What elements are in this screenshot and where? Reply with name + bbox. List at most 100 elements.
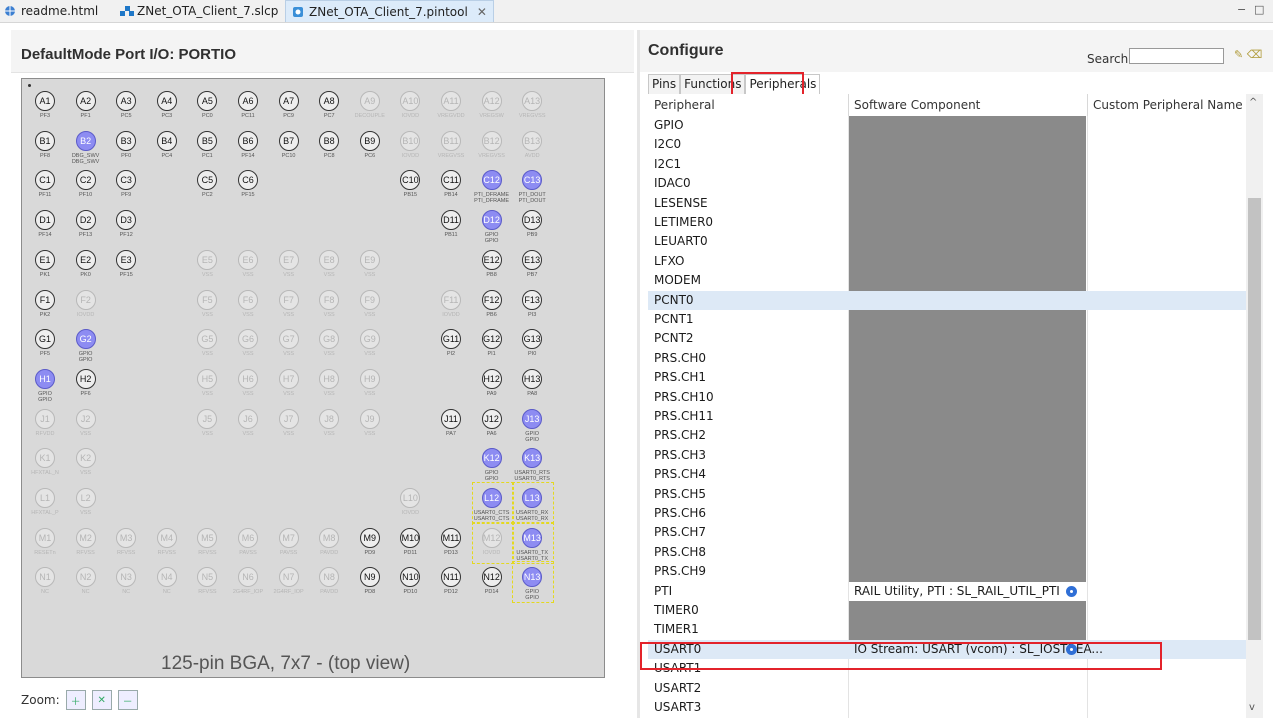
- table-row[interactable]: PRS.CH8: [648, 542, 1246, 563]
- pin-c13[interactable]: C13: [522, 170, 543, 191]
- pin-f13[interactable]: F13: [522, 289, 543, 310]
- pin-b13[interactable]: B13: [522, 130, 543, 151]
- software-component-value[interactable]: RAIL Utility, PTI : SL_RAIL_UTIL_PTI: [854, 584, 1060, 598]
- pin-h7[interactable]: H7: [278, 368, 299, 389]
- pin-b9[interactable]: B9: [359, 130, 380, 151]
- pin-b2[interactable]: B2: [75, 130, 96, 151]
- table-row[interactable]: PCNT1: [648, 310, 1246, 330]
- pin-b8[interactable]: B8: [319, 130, 340, 151]
- column-peripheral[interactable]: Peripheral: [654, 98, 715, 112]
- scroll-up-icon[interactable]: ^: [1249, 97, 1257, 108]
- pin-n8[interactable]: N8: [319, 567, 340, 588]
- table-row[interactable]: TIMER1: [648, 620, 1246, 640]
- pin-k1[interactable]: K1: [35, 448, 55, 469]
- pin-e12[interactable]: E12: [481, 249, 502, 270]
- table-row[interactable]: USART3: [648, 698, 1246, 717]
- pin-g8[interactable]: G8: [319, 329, 340, 350]
- table-row[interactable]: PRS.CH5: [648, 484, 1246, 504]
- pin-m3[interactable]: M3: [116, 527, 137, 548]
- pin-n12[interactable]: N12: [481, 567, 502, 588]
- table-row[interactable]: GPIO: [648, 116, 1246, 136]
- pin-m4[interactable]: M4: [156, 527, 177, 548]
- pin-b7[interactable]: B7: [278, 130, 299, 151]
- pin-a2[interactable]: A2: [75, 91, 96, 111]
- table-row[interactable]: IDAC0: [648, 174, 1246, 194]
- column-software-component[interactable]: Software Component: [854, 98, 980, 112]
- pin-a3[interactable]: A3: [116, 91, 137, 111]
- table-row[interactable]: PRS.CH6: [648, 504, 1246, 524]
- pin-j13[interactable]: J13: [522, 408, 543, 429]
- pin-f2[interactable]: F2: [75, 289, 96, 310]
- pin-f7[interactable]: F7: [278, 289, 299, 310]
- pin-b4[interactable]: B4: [156, 130, 177, 151]
- pin-h2[interactable]: H2: [75, 368, 96, 389]
- pin-h13[interactable]: H13: [522, 368, 543, 389]
- pin-g12[interactable]: G12: [481, 329, 502, 350]
- table-row[interactable]: PTI RAIL Utility, PTI : SL_RAIL_UTIL_PTI: [648, 582, 1246, 601]
- tab-pintool[interactable]: ZNet_OTA_Client_7.pintool ✕: [285, 0, 494, 22]
- pin-e6[interactable]: E6: [238, 249, 258, 270]
- pin-n4[interactable]: N4: [156, 567, 177, 588]
- table-row[interactable]: PRS.CH4: [648, 465, 1246, 485]
- pin-d3[interactable]: D3: [116, 210, 137, 231]
- pin-a13[interactable]: A13: [522, 91, 543, 111]
- pin-g13[interactable]: G13: [522, 329, 543, 350]
- pin-b6[interactable]: B6: [238, 130, 258, 151]
- pin-j6[interactable]: J6: [238, 408, 258, 429]
- table-row[interactable]: PRS.CH1: [648, 368, 1246, 388]
- table-row[interactable]: PRS.CH10: [648, 387, 1246, 407]
- pin-m11[interactable]: M11: [441, 527, 461, 548]
- pin-a9[interactable]: A9: [359, 91, 380, 111]
- scroll-down-icon[interactable]: v: [1249, 702, 1255, 713]
- pin-d13[interactable]: D13: [522, 210, 543, 231]
- minimize-icon[interactable]: −: [1237, 3, 1246, 16]
- pin-c2[interactable]: C2: [75, 170, 96, 191]
- pin-a11[interactable]: A11: [441, 91, 461, 111]
- pin-d2[interactable]: D2: [75, 210, 96, 231]
- table-row[interactable]: TIMER0: [648, 601, 1246, 621]
- table-row[interactable]: I2C0: [648, 135, 1246, 155]
- pin-m8[interactable]: M8: [319, 527, 340, 548]
- column-custom-name[interactable]: Custom Peripheral Name: [1093, 98, 1243, 112]
- pin-m10[interactable]: M10: [400, 527, 421, 548]
- tab-readme[interactable]: readme.html: [4, 0, 98, 21]
- zoom-out-icon[interactable]: －: [117, 690, 138, 710]
- pin-b10[interactable]: B10: [400, 130, 421, 151]
- pin-f11[interactable]: F11: [441, 289, 461, 310]
- pin-j1[interactable]: J1: [35, 408, 55, 429]
- pin-c1[interactable]: C1: [35, 170, 55, 191]
- pin-n5[interactable]: N5: [197, 567, 218, 588]
- pin-f12[interactable]: F12: [481, 289, 502, 310]
- pin-g9[interactable]: G9: [359, 329, 380, 350]
- search-input[interactable]: [1129, 48, 1224, 64]
- pin-h6[interactable]: H6: [238, 368, 258, 389]
- pin-m1[interactable]: M1: [35, 527, 55, 548]
- pin-a5[interactable]: A5: [197, 91, 218, 111]
- pin-k12[interactable]: K12: [481, 448, 502, 469]
- pin-g2[interactable]: G2: [75, 329, 96, 350]
- pin-c6[interactable]: C6: [238, 170, 258, 191]
- table-row[interactable]: PCNT0: [648, 290, 1246, 310]
- pin-g11[interactable]: G11: [441, 329, 461, 350]
- table-row[interactable]: LETIMER0: [648, 213, 1246, 233]
- pin-g6[interactable]: G6: [238, 329, 258, 350]
- pin-c10[interactable]: C10: [400, 170, 421, 191]
- table-row[interactable]: LEUART0: [648, 232, 1246, 252]
- pin-h8[interactable]: H8: [319, 368, 340, 389]
- pin-m5[interactable]: M5: [197, 527, 218, 548]
- table-row[interactable]: PRS.CH0: [648, 348, 1246, 369]
- pin-g7[interactable]: G7: [278, 329, 299, 350]
- pin-a4[interactable]: A4: [156, 91, 177, 111]
- subtab-pins[interactable]: Pins: [648, 74, 681, 94]
- pin-j7[interactable]: J7: [278, 408, 299, 429]
- configure-icon[interactable]: [1066, 585, 1077, 597]
- search-options-icon[interactable]: ✎ ⌫: [1234, 48, 1262, 61]
- pin-b12[interactable]: B12: [481, 130, 502, 151]
- pin-b11[interactable]: B11: [441, 130, 461, 151]
- pin-g5[interactable]: G5: [197, 329, 218, 350]
- table-row[interactable]: PRS.CH3: [648, 445, 1246, 466]
- table-row[interactable]: PRS.CH9: [648, 562, 1246, 582]
- pin-d1[interactable]: D1: [35, 210, 55, 231]
- pin-c3[interactable]: C3: [116, 170, 137, 191]
- pin-j8[interactable]: J8: [319, 408, 340, 429]
